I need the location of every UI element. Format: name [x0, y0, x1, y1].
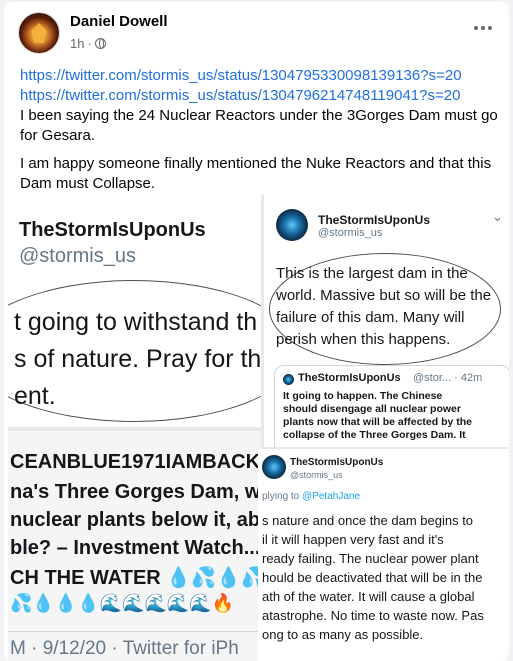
- tweet-author-handle: @stormis_us: [19, 245, 136, 267]
- post-text: https://twitter.com/stormis_us/status/13…: [20, 66, 500, 194]
- quoted-handle-time: @stor... · 42m: [413, 372, 483, 384]
- tweet-footer: M · 9/12/20 · Twitter for iPh: [10, 638, 239, 659]
- tweet-author-handle: @stormis_us: [290, 470, 343, 480]
- tweet-text-line-4: hould be deactivated that will be in the: [262, 570, 483, 585]
- tweet-emoji-line: 💦💧💧💧🌊🌊🌊🌊🌊🔥: [10, 593, 235, 613]
- screenshot-tweet-4[interactable]: TheStormIsUponUs @stormis_us plying to @…: [258, 449, 509, 661]
- tweet-link-1[interactable]: https://twitter.com/stormis_us/status/13…: [20, 66, 500, 86]
- tweet-text-line-2: il it will happen very fast and it's: [262, 532, 444, 547]
- globe-icon[interactable]: [94, 38, 106, 49]
- tweet-text-line-2: nuclear plants below it, abc: [10, 509, 261, 531]
- post-time[interactable]: 1h: [70, 36, 84, 51]
- avatar-emblem: [31, 23, 47, 43]
- facebook-post: Daniel Dowell 1h · https://twitter.com/s…: [4, 2, 509, 661]
- more-options-icon[interactable]: [467, 12, 499, 44]
- quoted-avatar: [283, 374, 294, 385]
- quoted-tweet[interactable]: TheStormIsUponUs @stor... · 42m It going…: [274, 365, 509, 447]
- divider: [8, 631, 261, 632]
- quoted-text-line-2: should disengage all nuclear power: [283, 403, 461, 415]
- tweet-author-name: TheStormIsUponUs: [318, 213, 431, 227]
- tweet-text-line-3: ble? – Investment Watch.....: [10, 537, 261, 559]
- tweet-text-line-1: na's Three Gorges Dam, wit: [10, 481, 261, 503]
- post-paragraph-1: I been saying the 24 Nuclear Reactors un…: [20, 107, 498, 144]
- meta-separator: ·: [87, 36, 92, 51]
- screenshot-tweet-1[interactable]: TheStormIsUponUs @stormis_us t going to …: [8, 195, 261, 427]
- chevron-down-icon[interactable]: ⌄: [492, 209, 503, 225]
- tweet-text-line-5: ath of the water. It will cause a global: [262, 589, 475, 604]
- post-paragraph-2: I am happy someone finally mentioned the…: [20, 155, 492, 192]
- quoted-text-line-3: plants now that will be affected by the: [283, 416, 473, 428]
- quoted-text-line-1: It going to happen. The Chinese: [283, 390, 443, 402]
- replying-to: plying to @PetahJane: [262, 491, 360, 502]
- tweet-text-line-3: ready failing. The nuclear power plant: [262, 551, 479, 566]
- author-name[interactable]: Daniel Dowell: [70, 13, 168, 30]
- author-avatar[interactable]: [18, 12, 60, 54]
- tweet-link-2[interactable]: https://twitter.com/stormis_us/status/13…: [20, 86, 500, 106]
- tweet-author-name: TheStormIsUponUs: [290, 457, 384, 468]
- tweet-text-line-7: ong to as many as possible.: [262, 627, 424, 642]
- screenshot-tweet-3[interactable]: TheStormIsUponUs @stormis_us ⌄ This is t…: [264, 195, 509, 447]
- quoted-text-line-4: collapse of the Three Gorges Dam. It: [283, 429, 466, 441]
- replying-user-link[interactable]: @PetahJane: [302, 491, 360, 502]
- tweet-avatar: [262, 455, 286, 479]
- tweet-text-line-4: CH THE WATER 💧💦💧💦💧: [10, 567, 261, 589]
- tweet-author-handle: @stormis_us: [318, 227, 383, 239]
- tweet-author-name: TheStormIsUponUs: [19, 219, 206, 241]
- quoted-author-name: TheStormIsUponUs: [298, 372, 401, 384]
- hand-drawn-circle: [269, 253, 501, 365]
- hand-drawn-circle: [8, 280, 261, 422]
- tweet-text-line-6: atastrophe. No time to waste now. Pas: [262, 608, 484, 623]
- replying-prefix: plying to: [262, 491, 303, 502]
- post-meta: 1h ·: [70, 36, 106, 51]
- tweet-header: CEANBLUE1971IAMBACK · 1: [10, 451, 261, 473]
- photo-collage[interactable]: TheStormIsUponUs @stormis_us t going to …: [8, 195, 509, 661]
- tweet-text-line-1: s nature and once the dam begins to: [262, 513, 474, 528]
- tweet-avatar: [276, 209, 308, 241]
- screenshot-tweet-2[interactable]: CEANBLUE1971IAMBACK · 1 na's Three Gorge…: [8, 431, 261, 661]
